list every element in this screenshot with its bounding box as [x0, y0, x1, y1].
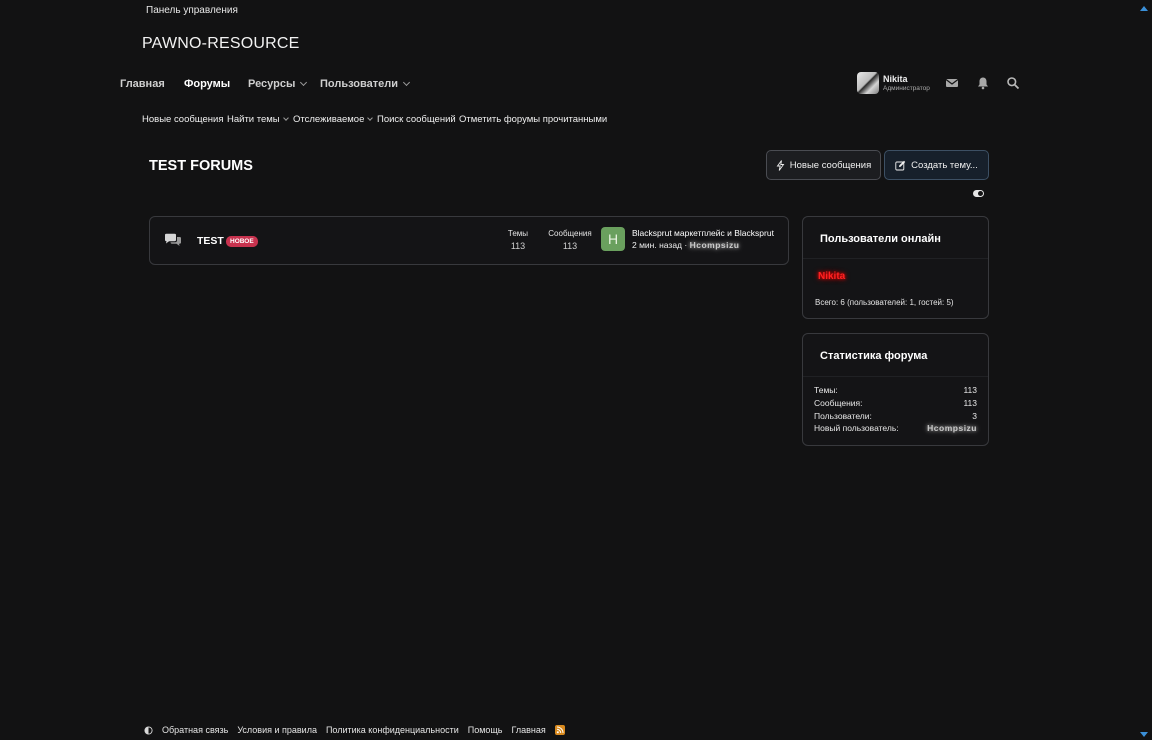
- user-name: Nikita: [883, 74, 908, 84]
- footer-link-terms[interactable]: Условия и правила: [237, 725, 317, 735]
- subnav-search-posts[interactable]: Поиск сообщений: [377, 114, 456, 125]
- divider: [803, 258, 988, 259]
- footer-link-privacy[interactable]: Политика конфиденциальности: [326, 725, 459, 735]
- stat-value: 3: [972, 411, 977, 421]
- stat-label: Пользователи:: [814, 411, 872, 421]
- chevron-down-icon[interactable]: [300, 78, 308, 87]
- new-badge: НОВОЕ: [226, 236, 258, 247]
- subnav-label: Отметить форумы прочитанными: [459, 114, 608, 125]
- stat-value: 113: [963, 385, 977, 395]
- stat-label: Сообщения:: [814, 398, 863, 408]
- forum-title[interactable]: TEST: [197, 235, 224, 247]
- style-chooser-icon[interactable]: [144, 725, 153, 735]
- create-thread-button[interactable]: Создать тему...: [884, 150, 989, 180]
- messages-count: 113: [562, 241, 578, 251]
- button-label: Создать тему...: [911, 159, 978, 171]
- stat-value: 113: [963, 398, 977, 408]
- stat-label: Темы:: [814, 385, 838, 395]
- subnav-label: Найти темы: [227, 114, 280, 125]
- online-total: Всего: 6 (пользователей: 1, гостей: 5): [815, 298, 954, 307]
- edit-icon: [895, 160, 906, 170]
- chevron-down-icon[interactable]: [282, 115, 289, 121]
- threads-count: 113: [510, 241, 526, 251]
- footer-link-home[interactable]: Главная: [512, 725, 546, 735]
- stat-row-newest-user: Новый пользователь: Hcompsizu: [814, 423, 977, 433]
- nav-item-forums[interactable]: Форумы: [184, 78, 230, 90]
- footer: Обратная связь Условия и правила Политик…: [144, 725, 565, 735]
- subnav-new-posts[interactable]: Новые сообщения: [142, 114, 224, 125]
- forum-chat-icon: [165, 233, 181, 246]
- new-posts-button[interactable]: Новые сообщения: [766, 150, 881, 180]
- subnav-watched[interactable]: Отслеживаемое: [293, 114, 374, 125]
- newest-user-link[interactable]: Hcompsizu: [927, 423, 977, 433]
- bolt-icon: [776, 159, 785, 171]
- last-poster-avatar[interactable]: H: [601, 227, 625, 251]
- widget-title: Пользователи онлайн: [820, 233, 941, 245]
- subnav-label: Отслеживаемое: [293, 114, 365, 125]
- subnav-label: Поиск сообщений: [377, 114, 456, 125]
- stat-row-users: Пользователи: 3: [814, 411, 977, 421]
- button-label: Новые сообщения: [789, 159, 872, 171]
- bell-icon[interactable]: [976, 76, 990, 90]
- search-icon[interactable]: [1006, 76, 1020, 90]
- footer-link-contact[interactable]: Обратная связь: [162, 725, 228, 735]
- threads-label: Темы: [507, 229, 529, 238]
- nav-item-label: Пользователи: [320, 78, 399, 90]
- site-logo[interactable]: PAWNO-RESOURCE: [142, 35, 299, 53]
- nav-item-label: Главная: [120, 78, 165, 90]
- chevron-down-icon[interactable]: [402, 78, 411, 87]
- nav-item-home[interactable]: Главная: [120, 78, 165, 90]
- subnav-find-threads[interactable]: Найти темы: [227, 114, 289, 125]
- view-toggle[interactable]: [973, 190, 984, 197]
- last-post-time[interactable]: 2 мин. назад: [632, 240, 682, 250]
- scroll-down-arrow[interactable]: [1140, 732, 1148, 737]
- scroll-up-arrow[interactable]: [1140, 6, 1148, 11]
- footer-link-help[interactable]: Помощь: [468, 725, 503, 735]
- rss-icon[interactable]: [554, 725, 565, 735]
- last-post-meta: 2 мин. назад · Hcompsizu: [632, 240, 739, 250]
- stat-row-messages: Сообщения: 113: [814, 398, 977, 408]
- widget-title: Статистика форума: [820, 350, 928, 362]
- user-menu[interactable]: Nikita Администратор: [857, 72, 930, 94]
- subnav-mark-read[interactable]: Отметить форумы прочитанными: [459, 114, 607, 125]
- separator: ·: [684, 240, 688, 250]
- online-users-widget: Пользователи онлайн Nikita Всего: 6 (пол…: [802, 216, 989, 319]
- nav-item-users[interactable]: Пользователи: [320, 78, 411, 90]
- nav-item-resources[interactable]: Ресурсы: [248, 78, 308, 90]
- page-title: TEST FORUMS: [149, 158, 253, 174]
- messages-label: Сообщения: [548, 229, 592, 238]
- stat-row-threads: Темы: 113: [814, 385, 977, 395]
- forum-stats-widget: Статистика форума Темы: 113 Сообщения: 1…: [802, 333, 989, 446]
- divider: [803, 376, 988, 377]
- avatar: [857, 72, 879, 94]
- stat-label: Новый пользователь:: [814, 423, 899, 433]
- forum-row[interactable]: TEST НОВОЕ Темы 113 Сообщения 113 H Blac…: [149, 216, 789, 265]
- subnav-label: Новые сообщения: [142, 114, 224, 125]
- online-user-link[interactable]: Nikita: [818, 271, 845, 282]
- nav-item-label: Форумы: [184, 78, 231, 90]
- nav-item-label: Ресурсы: [248, 78, 296, 90]
- user-role: Администратор: [883, 85, 930, 92]
- envelope-icon[interactable]: [945, 76, 959, 90]
- last-post-title[interactable]: Blacksprut маркетплейс и Blacksprut: [632, 228, 782, 238]
- admin-panel-link[interactable]: Панель управления: [146, 5, 238, 16]
- chevron-down-icon[interactable]: [367, 115, 374, 121]
- last-post-user[interactable]: Hcompsizu: [690, 240, 740, 250]
